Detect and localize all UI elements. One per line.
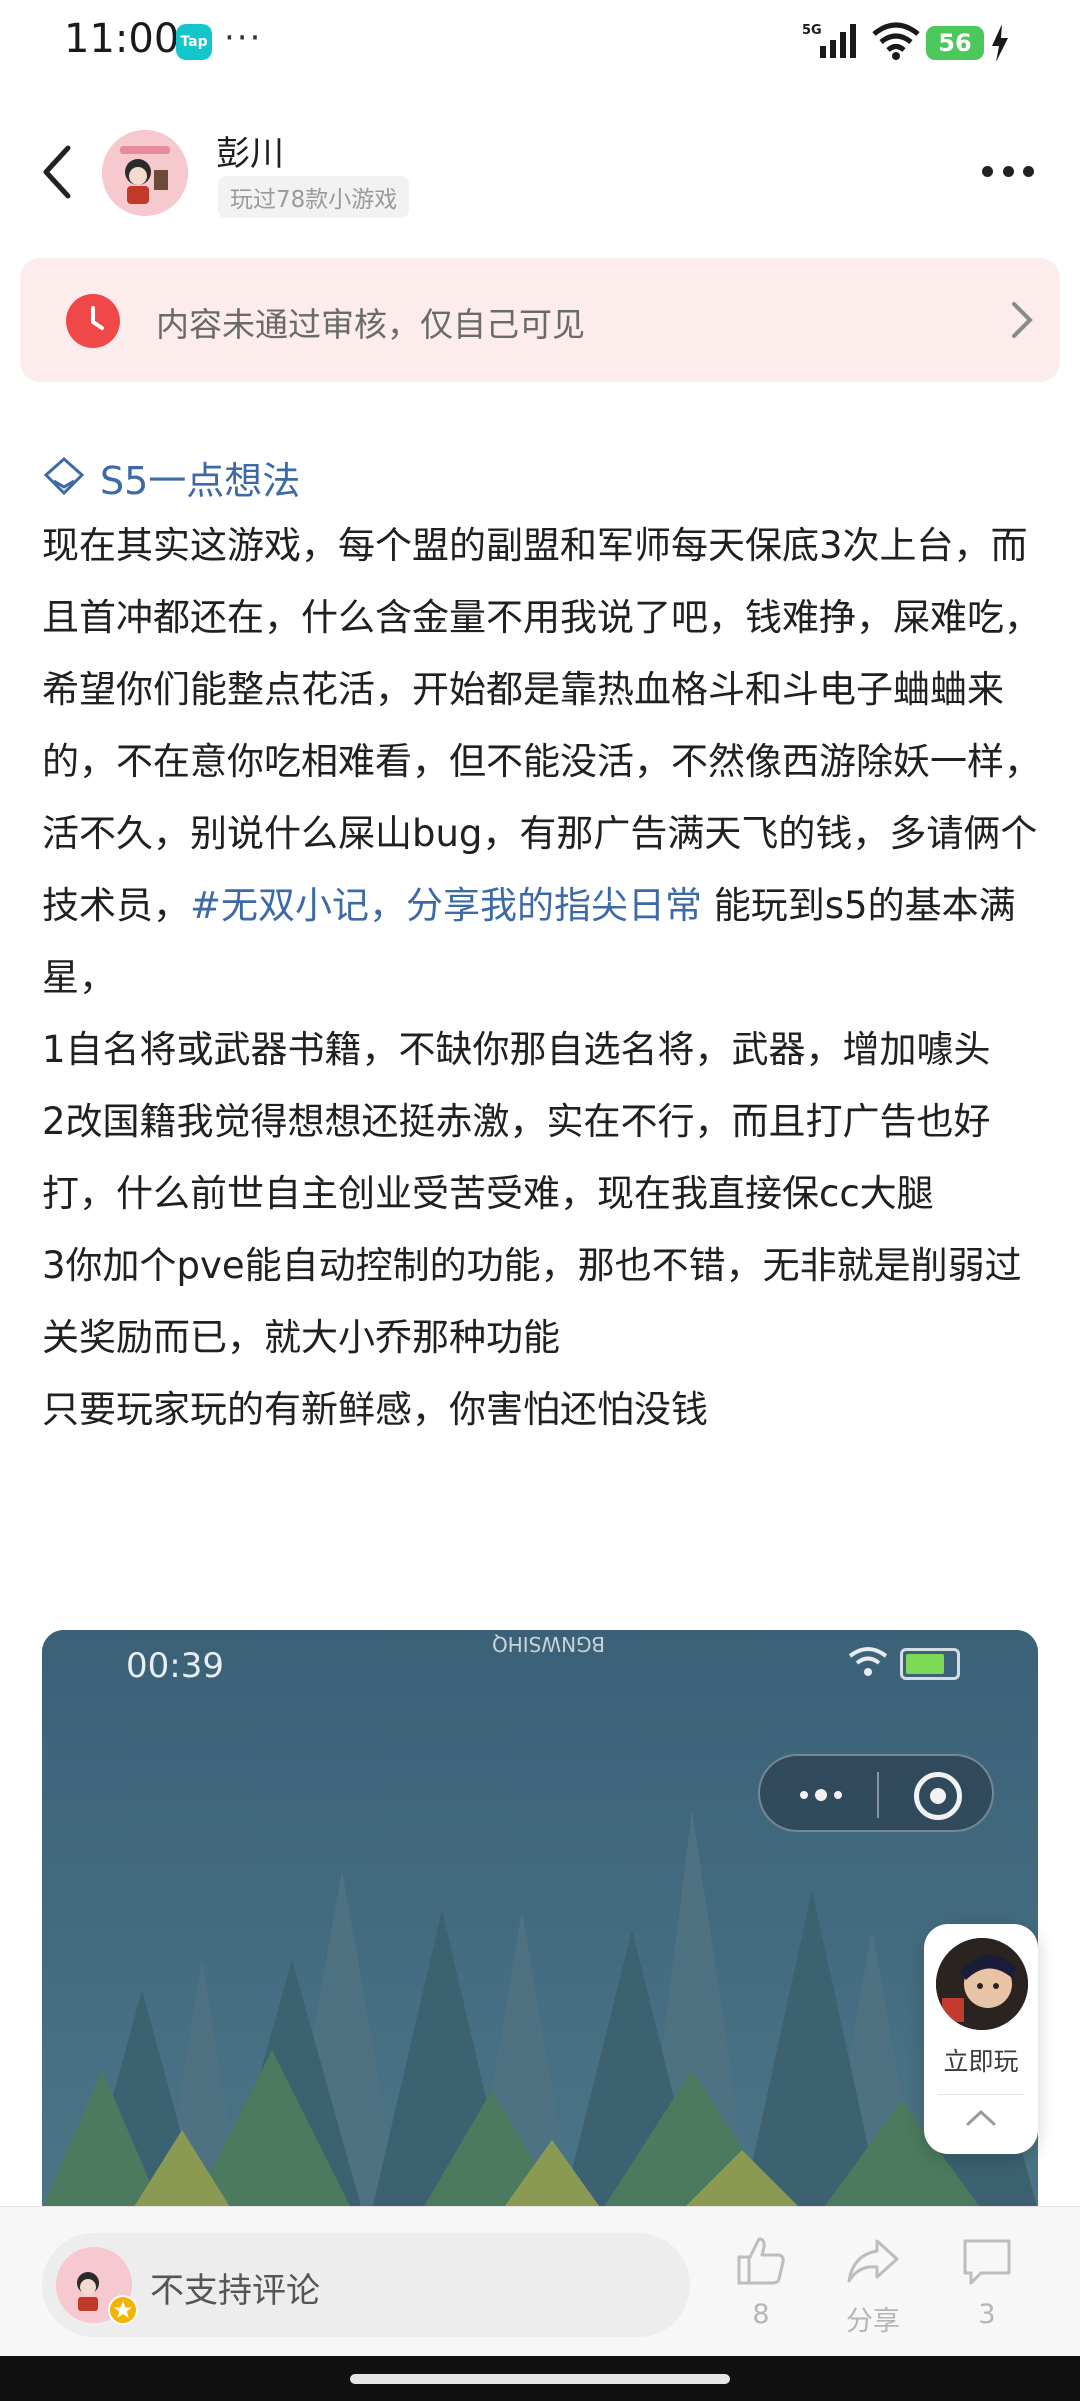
miniprogram-capsule[interactable] (758, 1754, 994, 1832)
battery-icon: 56 (926, 26, 984, 60)
bottom-action-bar: 不支持评论 8 分享 3 (0, 2206, 1080, 2356)
capsule-divider (877, 1772, 879, 1818)
like-count: 8 (752, 2299, 770, 2330)
user-avatar (56, 2247, 138, 2325)
post-header: 彭川 玩过78款小游戏 (0, 116, 1080, 236)
more-dots-icon[interactable] (796, 1778, 846, 1812)
comment-button[interactable]: 3 (932, 2233, 1042, 2330)
battery-icon (900, 1648, 960, 1680)
wifi-icon (848, 1647, 888, 1676)
thumbs-up-icon (737, 2237, 785, 2285)
chevron-right-icon (1012, 302, 1033, 338)
home-indicator[interactable] (350, 2374, 730, 2384)
video-player[interactable]: 00:39 BGNWSIHQ (42, 1630, 1038, 2210)
clock-icon (66, 294, 120, 348)
post-title-row: S5一点想法 (42, 450, 300, 504)
more-options-button[interactable] (982, 166, 1034, 182)
comment-count: 3 (978, 2299, 996, 2330)
comment-input[interactable]: 不支持评论 (42, 2233, 690, 2337)
author-avatar[interactable] (102, 130, 188, 216)
notification-more-icon: ··· (224, 18, 263, 58)
review-status-notice[interactable]: 内容未通过审核，仅自己可见 (20, 258, 1060, 382)
comment-bubble-icon (963, 2239, 1011, 2285)
dot-icon (1023, 166, 1034, 177)
game-avatar-icon (936, 1938, 1028, 2030)
post-body: 现在其实这游戏，每个盟的副盟和军师每天保底3次上台，而且首冲都还在，什么含金量不… (42, 510, 1042, 1446)
share-label: 分享 (846, 2306, 900, 2337)
post-body-text: 现在其实这游戏，每个盟的副盟和军师每天保底3次上台，而且首冲都还在，什么含金量不… (42, 524, 1041, 927)
play-now-label: 立即玩 (943, 2047, 1019, 2076)
video-watermark: BGNWSIHQ (492, 1632, 605, 1656)
post-body-text: 能玩到s5的基本满星， 1自名将或武器书籍，不缺你那自选名将，武器，增加噱头 2… (42, 884, 1022, 1431)
status-time: 11:00 (64, 16, 180, 62)
taptap-app-icon: Tap (176, 24, 212, 60)
comment-placeholder: 不支持评论 (150, 2271, 320, 2311)
play-now-floating-button[interactable]: 立即玩 (924, 1924, 1038, 2154)
notice-text: 内容未通过审核，仅自己可见 (156, 305, 585, 344)
back-button[interactable] (36, 142, 80, 202)
star-badge-icon (108, 2295, 138, 2325)
system-navigation-bar (0, 2356, 1080, 2401)
avatar-illustration-icon (102, 130, 188, 216)
cellular-signal-icon: 5G (802, 23, 856, 58)
dot-icon (982, 166, 993, 177)
chevron-up-icon[interactable] (964, 2106, 998, 2130)
hashtag-link[interactable]: #无双小记，分享我的指尖日常 (190, 884, 702, 927)
diamond-tag-icon (43, 456, 85, 496)
svg-text:5G: 5G (802, 23, 822, 38)
share-icon (847, 2239, 899, 2283)
divider (938, 2094, 1024, 2095)
status-bar: 11:00 Tap ··· 5G 56 (0, 0, 1080, 84)
post-title: S5一点想法 (100, 458, 301, 503)
video-timestamp: 00:39 (126, 1646, 224, 1686)
wifi-icon (872, 22, 920, 60)
like-button[interactable]: 8 (706, 2233, 816, 2330)
author-username[interactable]: 彭川 (216, 126, 284, 175)
dot-icon (1002, 166, 1014, 177)
charging-icon (992, 24, 1008, 62)
close-target-icon[interactable] (914, 1772, 962, 1820)
played-games-tag: 玩过78款小游戏 (218, 176, 410, 218)
forest-video-frame (42, 1630, 1038, 2210)
share-button[interactable]: 分享 (818, 2233, 928, 2338)
